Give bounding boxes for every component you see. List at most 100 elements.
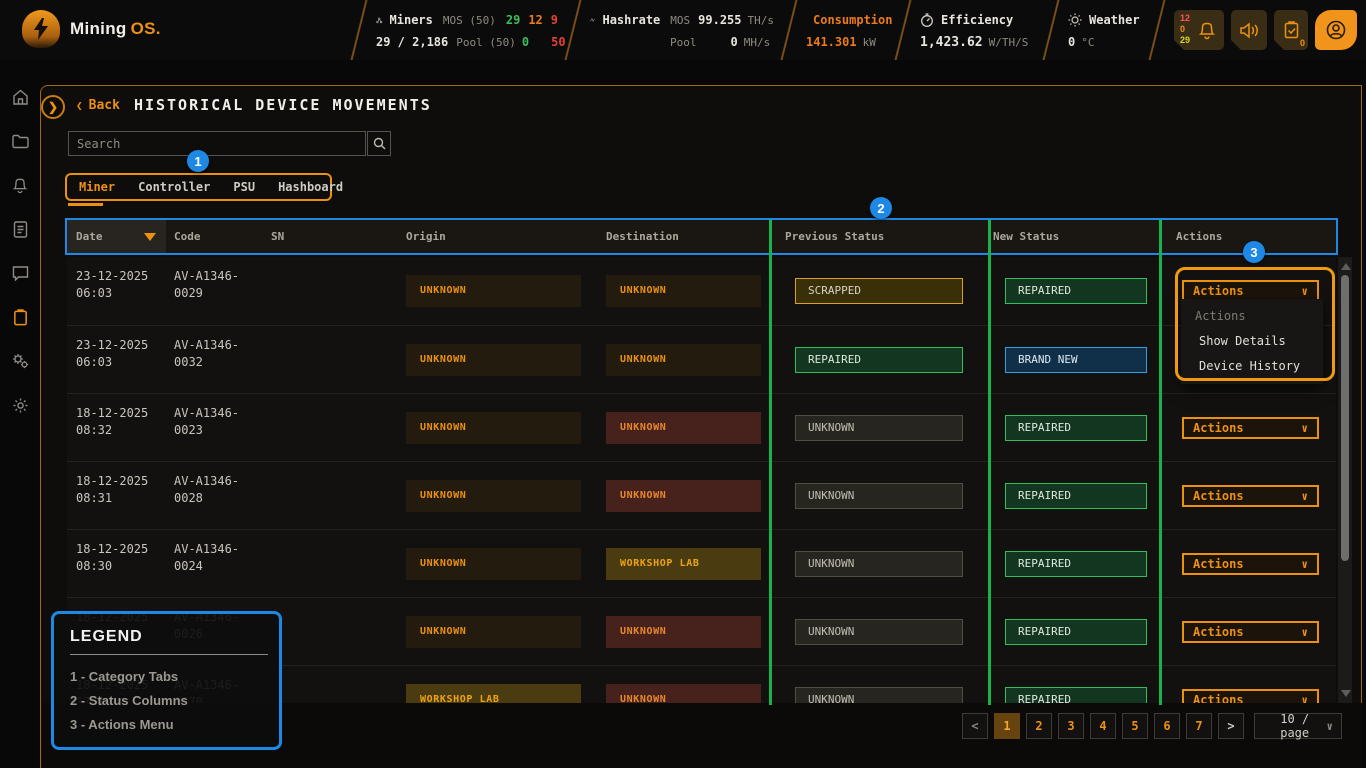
back-button[interactable]: Back (76, 98, 120, 113)
active-tab-indicator (68, 203, 103, 206)
page-button-6[interactable]: 6 (1154, 713, 1180, 739)
table-scrollbar[interactable] (1338, 257, 1352, 703)
sidebar-item-movements[interactable] (7, 304, 33, 330)
column-header-destination: Destination (601, 220, 770, 253)
miners-mos-err: 9 (551, 13, 558, 27)
origin-badge: UNKNOWN (406, 412, 581, 444)
prev-page-button[interactable]: < (962, 713, 988, 739)
speaker-button[interactable] (1231, 10, 1267, 50)
miners-mos-label: MOS (50) (443, 14, 496, 27)
chevron-down-icon (1326, 719, 1333, 733)
stat-miners: Miners MOS (50) 29 12 9 29 / 2,186 Pool … (360, 0, 572, 60)
search-button[interactable] (367, 131, 391, 156)
sidebar-expand-button[interactable] (41, 95, 65, 119)
sort-desc-icon[interactable] (144, 233, 156, 241)
sidebar-item-messages[interactable] (7, 260, 33, 286)
cell-sn (261, 394, 401, 461)
hashrate-pool-unit: MH/s (744, 36, 771, 49)
sidebar-item-alerts[interactable] (7, 172, 33, 198)
miners-mos-ok: 29 (506, 13, 520, 27)
home-icon (12, 89, 29, 106)
cell-sn (261, 462, 401, 529)
actions-dropdown[interactable]: Actions (1182, 689, 1319, 704)
hashrate-icon (590, 14, 595, 26)
new-status-badge: REPAIRED (1005, 483, 1147, 509)
sidebar-item-services[interactable] (7, 348, 33, 374)
page-size-select[interactable]: 10 / page (1254, 713, 1342, 739)
consumption-value: 141.301 (806, 35, 857, 49)
origin-badge: UNKNOWN (406, 275, 581, 307)
cell-previous-status: UNKNOWN (770, 666, 989, 703)
consumption-label: Consumption (813, 13, 892, 27)
tab-psu[interactable]: PSU (233, 180, 255, 194)
column-header-sn: SN (261, 220, 401, 253)
menu-item-device-history[interactable]: Device History (1181, 354, 1323, 379)
stat-consumption: Consumption 141.301 kW (790, 0, 902, 60)
clipboard-check-icon (1284, 21, 1299, 39)
weather-icon (1068, 13, 1082, 27)
tab-controller[interactable]: Controller (138, 180, 210, 194)
actions-dropdown[interactable]: Actions (1182, 621, 1319, 643)
chevron-down-icon (1301, 693, 1308, 704)
efficiency-label: Efficiency (941, 13, 1013, 27)
pagination-pages: 1234567 (994, 713, 1212, 739)
page-button-1[interactable]: 1 (994, 713, 1020, 739)
scrollbar-thumb[interactable] (1341, 275, 1349, 561)
tab-hashboard[interactable]: Hashboard (278, 180, 343, 194)
page-button-7[interactable]: 7 (1186, 713, 1212, 739)
account-button[interactable] (1315, 10, 1357, 50)
page-button-2[interactable]: 2 (1026, 713, 1052, 739)
scroll-down-icon[interactable] (1341, 690, 1351, 697)
cell-previous-status: UNKNOWN (770, 462, 989, 529)
actions-dropdown[interactable]: Actions (1182, 417, 1319, 439)
weather-label: Weather (1089, 13, 1140, 27)
chevron-down-icon (1301, 489, 1308, 503)
new-status-badge: REPAIRED (1005, 278, 1147, 304)
chevron-down-icon (1301, 557, 1308, 571)
previous-status-badge: REPAIRED (795, 347, 963, 373)
next-page-button[interactable]: > (1218, 713, 1244, 739)
cell-destination: UNKNOWN (601, 394, 770, 461)
actions-dropdown[interactable]: Actions (1182, 553, 1319, 575)
scroll-up-icon[interactable] (1341, 263, 1351, 270)
sidebar-item-reports[interactable] (7, 216, 33, 242)
notifications-button[interactable]: 12 0 29 (1174, 10, 1224, 50)
main-panel: Back HISTORICAL DEVICE MOVEMENTS Miner C… (40, 85, 1362, 768)
table-row: 18-12-202508:30 AV-A1346-0024 UNKNOWN WO… (67, 529, 1336, 597)
tasks-button[interactable]: 0 (1274, 10, 1308, 50)
legend: LEGEND 1 - Category Tabs 2 - Status Colu… (51, 611, 282, 750)
clipboard-icon (13, 309, 28, 326)
sidebar-item-home[interactable] (7, 84, 33, 110)
topbar: MiningOS. Miners MOS (50) 29 12 9 29 / 2… (0, 0, 1366, 60)
page-button-3[interactable]: 3 (1058, 713, 1084, 739)
menu-item-show-details[interactable]: Show Details (1181, 329, 1323, 354)
table-row: 23-12-202506:03 AV-A1346-0032 UNKNOWN UN… (67, 325, 1336, 393)
annotation-line-new-status (988, 220, 991, 705)
previous-status-badge: SCRAPPED (795, 278, 963, 304)
cell-date: 23-12-202506:03 (67, 326, 166, 393)
miners-icon (376, 13, 383, 28)
efficiency-unit: W/TH/S (989, 36, 1029, 49)
tab-miner[interactable]: Miner (79, 180, 115, 194)
search-input[interactable] (68, 131, 366, 156)
cell-origin: UNKNOWN (401, 598, 601, 665)
hashrate-mos-unit: TH/s (748, 14, 775, 27)
origin-badge: WORKSHOP LAB (406, 684, 581, 704)
stat-weather: Weather 0 °C (1052, 0, 1156, 60)
column-header-date[interactable]: Date (67, 220, 166, 253)
cell-sn (261, 598, 401, 665)
miners-pool-label: Pool (50) (456, 36, 516, 49)
page-button-5[interactable]: 5 (1122, 713, 1148, 739)
page-button-4[interactable]: 4 (1090, 713, 1116, 739)
table-header: Date Code SN Origin Destination Previous… (67, 220, 1336, 253)
legend-title: LEGEND (70, 628, 269, 646)
actions-dropdown[interactable]: Actions (1182, 485, 1319, 507)
notification-badges: 12 0 29 (1180, 13, 1190, 46)
bell-icon (12, 177, 28, 194)
sidebar-item-settings[interactable] (7, 392, 33, 418)
origin-badge: UNKNOWN (406, 616, 581, 648)
hashrate-mos-value: 99.255 (698, 13, 741, 27)
previous-status-badge: UNKNOWN (795, 483, 963, 509)
sidebar-item-folders[interactable] (7, 128, 33, 154)
annotation-badge-3: 3 (1243, 241, 1265, 263)
